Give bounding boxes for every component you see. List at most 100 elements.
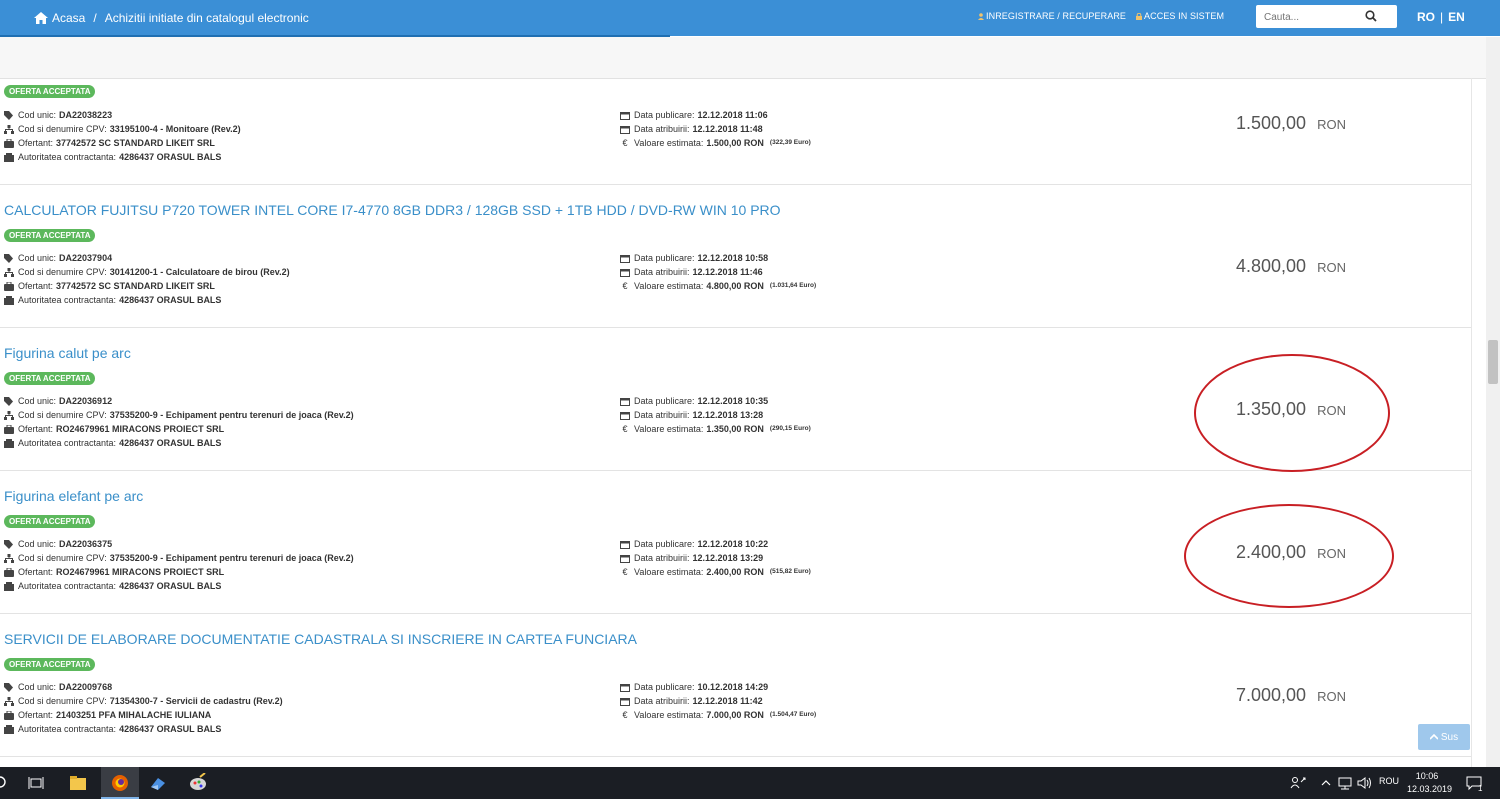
calendar-icon (620, 254, 630, 263)
paint-icon[interactable] (188, 773, 208, 793)
publicare-label: Data publicare: (634, 110, 695, 120)
cod-label: Cod unic: (18, 539, 57, 549)
briefcase-icon (4, 424, 14, 434)
file-explorer-icon[interactable] (68, 773, 88, 793)
atribuire-value: 12.12.2018 11:46 (692, 267, 763, 277)
ofertant-value: 37742572 SC STANDARD LIKEIT SRL (56, 281, 215, 291)
item-price: 1.500,00 RON (1236, 113, 1346, 134)
price-currency: RON (1317, 689, 1346, 704)
ofertant-label: Ofertant: (18, 138, 54, 148)
firefox-icon[interactable] (110, 773, 130, 793)
search-icon[interactable] (1365, 10, 1377, 22)
tag-icon (4, 539, 13, 549)
item-title-link[interactable]: SERVICII DE ELABORARE DOCUMENTATIE CADAS… (4, 631, 637, 647)
autoritate-label: Autoritatea contractanta: (18, 295, 117, 305)
ofertant-label: Ofertant: (18, 710, 54, 720)
price-value: 4.800,00 (1236, 256, 1307, 276)
search-box (1256, 5, 1397, 29)
publicare-label: Data publicare: (634, 682, 695, 692)
ofertant-value: RO24679961 MIRACONS PROIECT SRL (56, 424, 225, 434)
calendar-icon (620, 125, 630, 134)
scrollbar-track[interactable] (1486, 37, 1500, 767)
autoritate-value: 4286437 ORASUL BALS (119, 295, 222, 305)
back-to-top-button[interactable]: Sus (1418, 724, 1470, 750)
sitemap-icon (4, 553, 14, 563)
status-badge: OFERTA ACCEPTATA (4, 658, 96, 671)
lang-separator: | (1440, 10, 1444, 24)
lang-ro-link[interactable]: RO (1417, 10, 1435, 24)
euro-icon: € (622, 138, 628, 148)
tag-icon (4, 396, 13, 406)
atribuire-label: Data atribuirii: (634, 267, 690, 277)
volume-icon[interactable] (1354, 773, 1374, 793)
ofertant-value: 37742572 SC STANDARD LIKEIT SRL (56, 138, 215, 148)
briefcase-icon (4, 138, 14, 148)
sitemap-icon (4, 696, 14, 706)
account-links: INREGISTRARE / RECUPERARE ACCES IN SISTE… (978, 11, 1224, 21)
search-icon[interactable] (0, 773, 12, 793)
valoare-value: 1.350,00 RON (706, 424, 764, 434)
autoritate-label: Autoritatea contractanta: (18, 438, 117, 448)
cpv-value: 30141200-1 - Calculatoare de birou (Rev.… (109, 267, 290, 277)
status-badge: OFERTA ACCEPTATA (4, 515, 96, 528)
autoritate-label: Autoritatea contractanta: (18, 581, 117, 591)
item-title-link[interactable]: Figurina calut pe arc (4, 345, 131, 361)
lang-en-link[interactable]: EN (1448, 10, 1465, 24)
calendar-icon (620, 268, 630, 277)
item-dates: Data publicare: 12.12.2018 10:58 Data atr… (620, 251, 816, 293)
list-item: SERVICII DE ELABORARE DOCUMENTATIE CADAS… (0, 614, 1471, 757)
login-link[interactable]: ACCES IN SISTEM (1136, 11, 1224, 21)
content-border (1471, 78, 1472, 768)
calendar-icon (620, 411, 630, 420)
scrollbar-thumb[interactable] (1488, 340, 1498, 384)
cod-label: Cod unic: (18, 396, 57, 406)
cpv-value: 33195100-4 - Monitoare (Rev.2) (109, 124, 241, 134)
ofertant-label: Ofertant: (18, 424, 54, 434)
item-dates: Data publicare: 10.12.2018 14:29 Data atr… (620, 680, 816, 722)
windows-taskbar: ROU 10:06 12.03.2019 1 (0, 767, 1500, 799)
sitemap-icon (4, 124, 14, 134)
calendar-icon (620, 111, 630, 120)
building-icon (4, 724, 14, 734)
network-icon[interactable] (1335, 773, 1355, 793)
register-link[interactable]: INREGISTRARE / RECUPERARE (978, 11, 1126, 21)
valoare-euro: (1.504,47 Euro) (769, 711, 817, 718)
cod-value: DA22036912 (59, 396, 113, 406)
status-badge: OFERTA ACCEPTATA (4, 85, 96, 98)
ofertant-label: Ofertant: (18, 567, 54, 577)
item-details: Cod unic: DA22036375 Cod si denumire CPV:… (4, 537, 354, 593)
system-clock[interactable]: 10:06 12.03.2019 (1407, 770, 1452, 796)
briefcase-icon (4, 281, 14, 291)
item-title-link[interactable]: Figurina elefant pe arc (4, 488, 143, 504)
home-icon[interactable] (34, 12, 48, 24)
people-icon[interactable] (1288, 773, 1308, 793)
ofertant-value: 21403251 PFA MIHALACHE IULIANA (56, 710, 212, 720)
item-price: 7.000,00 RON (1236, 685, 1346, 706)
chevron-up-icon[interactable] (1316, 773, 1336, 793)
cpv-label: Cod si denumire CPV: (18, 410, 107, 420)
tag-icon (4, 682, 13, 692)
input-language[interactable]: ROU (1379, 776, 1399, 786)
cod-label: Cod unic: (18, 682, 57, 692)
briefcase-icon (4, 567, 14, 577)
euro-icon: € (622, 281, 628, 291)
publicare-value: 12.12.2018 10:58 (697, 253, 769, 263)
app-icon[interactable] (148, 773, 168, 793)
autoritate-label: Autoritatea contractanta: (18, 152, 117, 162)
search-input[interactable] (1262, 6, 1366, 29)
chevron-up-icon (1429, 734, 1438, 740)
item-title-link[interactable]: CALCULATOR FUJITSU P720 TOWER INTEL CORE… (4, 202, 781, 218)
item-details: Cod unic: DA22038223 Cod si denumire CPV:… (4, 108, 241, 164)
atribuire-value: 12.12.2018 11:48 (692, 124, 763, 134)
breadcrumb-home-link[interactable]: Acasa (52, 11, 85, 25)
item-details: Cod unic: DA22036912 Cod si denumire CPV:… (4, 394, 354, 450)
valoare-label: Valoare estimata: (634, 567, 704, 577)
valoare-label: Valoare estimata: (634, 138, 704, 148)
valoare-value: 7.000,00 RON (706, 710, 764, 720)
item-dates: Data publicare: 12.12.2018 10:35 Data atr… (620, 394, 811, 436)
atribuire-label: Data atribuirii: (634, 553, 690, 563)
task-view-icon[interactable] (26, 773, 46, 793)
valoare-value: 2.400,00 RON (706, 567, 764, 577)
sitemap-icon (4, 410, 14, 420)
list-item: OFERTA ACCEPTATA Cod unic: DA22038223 Cod… (0, 78, 1471, 185)
